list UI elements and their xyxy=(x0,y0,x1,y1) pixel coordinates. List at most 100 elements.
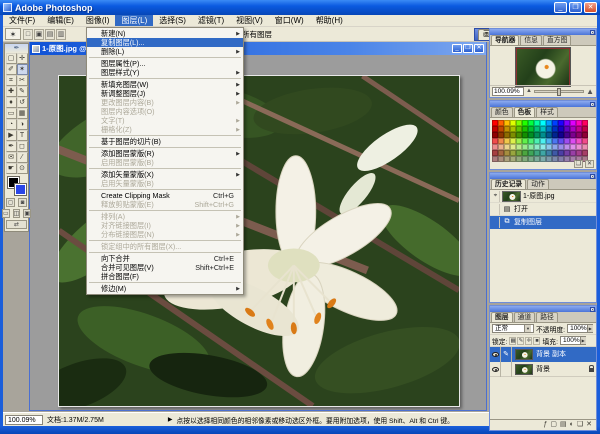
history-close-icon[interactable]: ✕ xyxy=(590,174,595,179)
fullscreen-menubar-icon[interactable]: ◫ xyxy=(13,209,21,218)
dodge-tool[interactable]: ◑ xyxy=(17,119,28,130)
blur-tool[interactable]: ◔ xyxy=(6,119,17,130)
delete-swatch-icon[interactable]: ✕ xyxy=(585,160,594,168)
eraser-tool[interactable]: ▭ xyxy=(6,108,17,119)
layer-menu-item-2[interactable]: 删除(L)▶ xyxy=(87,47,243,56)
status-zoom-field[interactable]: 100.09% xyxy=(5,415,43,425)
type-tool[interactable]: T xyxy=(17,130,28,141)
history-step-0[interactable]: ▤打开 xyxy=(490,203,596,216)
history-brush-tool[interactable]: ↺ xyxy=(17,97,28,108)
navigator-tab-1[interactable]: 信息 xyxy=(520,35,542,45)
visibility-toggle[interactable] xyxy=(490,347,501,362)
swatches-tab-2[interactable]: 样式 xyxy=(536,107,558,117)
layer-menu-item-5[interactable]: 图层样式(Y)▶ xyxy=(87,68,243,77)
zoom-in-icon[interactable]: ▲ xyxy=(586,87,594,96)
swatches-tab-1[interactable]: 色板 xyxy=(514,107,536,117)
layer-set-icon[interactable]: ▤ xyxy=(560,420,567,430)
layers-tab-2[interactable]: 路径 xyxy=(536,312,558,322)
navigator-zoom-slider[interactable] xyxy=(534,90,584,93)
new-swatch-icon[interactable]: ❏ xyxy=(574,160,583,168)
healing-brush-tool[interactable]: ✚ xyxy=(6,86,17,97)
intersect-selection-icon[interactable]: ▥ xyxy=(56,29,66,40)
navigator-tab-2[interactable]: 直方图 xyxy=(543,35,571,45)
crop-tool[interactable]: ⌗ xyxy=(6,75,17,86)
navigator-zoom-field[interactable]: 100.09% xyxy=(492,87,524,96)
navigator-tab-0[interactable]: 导航器 xyxy=(491,35,519,45)
layer-mask-icon[interactable]: ▢ xyxy=(550,420,557,430)
subtract-selection-icon[interactable]: ▤ xyxy=(45,29,55,40)
lock-transparency-icon[interactable]: ▦ xyxy=(509,337,516,345)
menubar-item-2[interactable]: 图像(I) xyxy=(80,15,116,26)
history-source-well[interactable] xyxy=(492,204,500,215)
lock-all-icon[interactable]: ■ xyxy=(533,337,540,345)
layers-close-icon[interactable]: ✕ xyxy=(590,307,595,312)
layer-menu-item-14[interactable]: 基于图层的切片(B) xyxy=(87,137,243,146)
zoom-slider-thumb[interactable] xyxy=(557,88,561,96)
delete-layer-icon[interactable]: ✕ xyxy=(586,420,592,430)
menubar-item-5[interactable]: 滤镜(T) xyxy=(192,15,230,26)
history-source-well[interactable] xyxy=(492,217,500,228)
lasso-tool[interactable]: ✐ xyxy=(6,64,17,75)
magic-wand-tool[interactable]: ✶ xyxy=(17,64,28,75)
visibility-toggle[interactable] xyxy=(490,362,501,377)
opacity-field[interactable]: 100%▶ xyxy=(567,324,593,333)
menubar-item-1[interactable]: 编辑(E) xyxy=(41,15,80,26)
rectangular-marquee-tool[interactable]: ▢ xyxy=(6,53,17,64)
navigator-close-icon[interactable]: ✕ xyxy=(590,30,595,35)
layer-menu-item-33[interactable]: 拼合图层(F) xyxy=(87,272,243,281)
standard-mode-icon[interactable]: ◻ xyxy=(6,198,15,207)
history-source-well[interactable]: ⌖ xyxy=(492,191,500,202)
document-size-info[interactable]: 文档:1.37M/2.75M xyxy=(47,415,104,425)
menubar-item-4[interactable]: 选择(S) xyxy=(153,15,192,26)
menubar-item-6[interactable]: 视图(V) xyxy=(230,15,269,26)
shape-tool[interactable]: ◻ xyxy=(17,141,28,152)
zoom-out-icon[interactable]: ▲ xyxy=(526,87,532,96)
fill-field[interactable]: 100%▶ xyxy=(560,336,586,345)
history-snapshot-row[interactable]: ⌖ 1-原图.jpg xyxy=(490,190,596,203)
layers-tab-0[interactable]: 图层 xyxy=(491,312,513,322)
eyedropper-tool[interactable]: ⁄ xyxy=(17,152,28,163)
fullscreen-icon[interactable]: ▣ xyxy=(23,209,31,218)
hand-tool[interactable]: ☛ xyxy=(6,163,17,174)
menubar-item-0[interactable]: 文件(F) xyxy=(3,15,41,26)
title-bar[interactable]: Adobe Photoshop _❐✕ xyxy=(0,0,600,15)
menubar-item-7[interactable]: 窗口(W) xyxy=(269,15,310,26)
background-color-swatch[interactable] xyxy=(15,184,26,195)
layer-row-1[interactable]: 背景 xyxy=(490,362,596,377)
paintbrush-active-icon[interactable]: ✎ xyxy=(501,347,512,362)
adjustment-layer-icon[interactable]: ◐ xyxy=(570,420,574,430)
minimize-button[interactable]: _ xyxy=(554,2,567,13)
slice-tool[interactable]: ✂ xyxy=(17,75,28,86)
lock-pixels-icon[interactable]: ✎ xyxy=(517,337,524,345)
jump-to-imageready-icon[interactable]: ⇄ xyxy=(6,220,27,229)
history-tab-0[interactable]: 历史记录 xyxy=(491,179,526,189)
layer-row-0[interactable]: ✎背景 副本 xyxy=(490,347,596,362)
standard-screen-icon[interactable]: ▭ xyxy=(2,209,10,218)
blend-mode-select[interactable]: 正常▼ xyxy=(492,324,534,333)
history-tab-1[interactable]: 动作 xyxy=(527,179,549,189)
layer-link-well[interactable] xyxy=(501,362,512,377)
zoom-tool[interactable]: ⊙ xyxy=(17,163,28,174)
new-selection-icon[interactable]: □ xyxy=(23,29,33,40)
notes-tool[interactable]: ✉ xyxy=(6,152,17,163)
menubar-item-8[interactable]: 帮助(H) xyxy=(310,15,349,26)
close-button[interactable]: ✕ xyxy=(584,2,597,13)
swatches-tab-0[interactable]: 颜色 xyxy=(491,107,513,117)
quick-mask-mode-icon[interactable]: ◙ xyxy=(18,198,27,207)
magic-wand-options-icon[interactable]: ✶ xyxy=(5,28,21,40)
brush-tool[interactable]: ✎ xyxy=(17,86,28,97)
menubar-item-3[interactable]: 图层(L) xyxy=(115,15,153,26)
clone-stamp-tool[interactable]: ♦ xyxy=(6,97,17,108)
gradient-tool[interactable]: ▦ xyxy=(17,108,28,119)
doc-restore-button[interactable]: ❐ xyxy=(463,44,473,53)
layer-style-icon[interactable]: ƒ xyxy=(543,420,547,430)
move-tool[interactable]: ✛ xyxy=(17,53,28,64)
navigator-thumbnail[interactable] xyxy=(516,48,570,86)
layers-tab-1[interactable]: 通道 xyxy=(514,312,536,322)
swatches-close-icon[interactable]: ✕ xyxy=(590,102,595,107)
doc-close-button[interactable]: ✕ xyxy=(474,44,484,53)
toolbox-logo-icon[interactable]: ✒ xyxy=(5,44,28,53)
new-layer-icon[interactable]: ❏ xyxy=(577,420,583,430)
history-step-1[interactable]: ⧉复制图层 xyxy=(490,216,596,229)
path-selection-tool[interactable]: ▶ xyxy=(6,130,17,141)
